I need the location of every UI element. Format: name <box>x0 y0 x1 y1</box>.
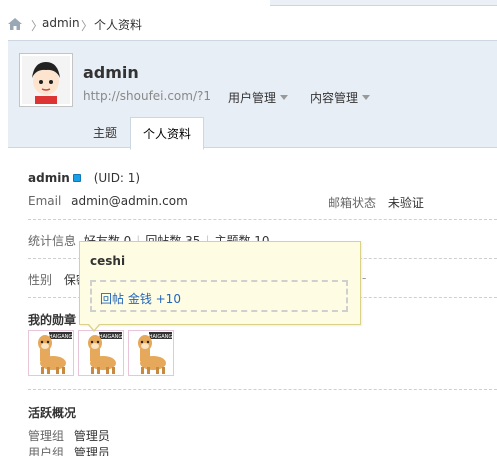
activity-heading: 活跃概况 <box>28 406 77 420</box>
user-management-label: 用户管理 <box>228 91 277 105</box>
medal-badge[interactable]: HAIGANG <box>28 330 74 376</box>
content-management-menu[interactable]: 内容管理 <box>310 89 371 106</box>
profile-url[interactable]: http://shoufei.com/?1 <box>83 89 211 103</box>
alpaca-medal-icon: HAIGANG <box>88 332 123 374</box>
admin-group-row: 管理组 管理员 <box>28 427 110 444</box>
mail-status-label: 邮箱状态 <box>328 196 377 210</box>
email-row: Email admin@admin.com <box>28 194 188 208</box>
home-icon[interactable] <box>8 18 22 30</box>
user-management-menu[interactable]: 用户管理 <box>228 89 289 106</box>
breadcrumb-separator: 〉 <box>81 19 94 33</box>
top-strip-bar <box>270 0 497 6</box>
chevron-down-icon <box>362 95 371 100</box>
user-group-value[interactable]: 管理员 <box>74 446 110 456</box>
medal-tooltip: ceshi 回帖 金钱 +10 <box>79 241 361 332</box>
mail-status-row: 邮箱状态 未验证 <box>328 194 424 211</box>
gender-label: 性别 <box>28 273 53 287</box>
profile-username: admin <box>83 63 139 82</box>
content-management-label: 内容管理 <box>310 91 359 105</box>
medals-heading: 我的勋章 <box>28 313 77 327</box>
breadcrumb-item-admin[interactable]: admin <box>42 16 80 30</box>
tooltip-arrow-inner <box>89 324 99 330</box>
divider <box>28 389 497 390</box>
profile-header: admin http://shoufei.com/?1 用户管理 内容管理 主题… <box>8 40 497 150</box>
qq-status-icon[interactable] <box>72 174 81 182</box>
top-strip <box>0 0 497 6</box>
stats-label: 统计信息 <box>28 234 77 248</box>
medal-badge[interactable]: HAIGANG <box>78 330 124 376</box>
profile-name-row: admin (UID: 1) <box>28 171 140 185</box>
breadcrumb-item-profile[interactable]: 个人资料 <box>94 16 142 33</box>
info-username: admin <box>28 171 70 185</box>
chevron-down-icon <box>280 95 289 100</box>
user-group-label: 用户组 <box>28 446 65 456</box>
medal-tag: HAIGANG <box>49 334 73 340</box>
alpaca-medal-icon: HAIGANG <box>38 332 73 374</box>
breadcrumb: 〉 admin 〉 个人资料 <box>0 8 497 40</box>
gender-trailing-dash: - <box>362 271 367 285</box>
tooltip-reward-box: 回帖 金钱 +10 <box>90 280 348 312</box>
email-value: admin@admin.com <box>71 194 188 208</box>
email-label: Email <box>28 194 62 208</box>
medal-badge[interactable]: HAIGANG <box>128 330 174 376</box>
mail-status-value: 未验证 <box>387 196 424 210</box>
divider <box>28 219 497 220</box>
tooltip-reward: 回帖 金钱 +10 <box>100 292 181 306</box>
tooltip-title: ceshi <box>90 254 126 268</box>
medal-tag: HAIGANG <box>149 334 173 340</box>
alpaca-medal-icon: HAIGANG <box>138 332 173 374</box>
admin-group-value[interactable]: 管理员 <box>74 429 110 443</box>
avatar[interactable] <box>19 53 73 107</box>
tab-threads[interactable]: 主题 <box>82 117 128 149</box>
info-uid: (UID: 1) <box>93 171 141 185</box>
avatar-image <box>22 56 70 104</box>
user-group-row: 用户组 管理员 <box>28 444 110 456</box>
medal-tag: HAIGANG <box>99 334 123 340</box>
admin-group-label: 管理组 <box>28 429 65 443</box>
tab-profile[interactable]: 个人资料 <box>130 117 204 150</box>
